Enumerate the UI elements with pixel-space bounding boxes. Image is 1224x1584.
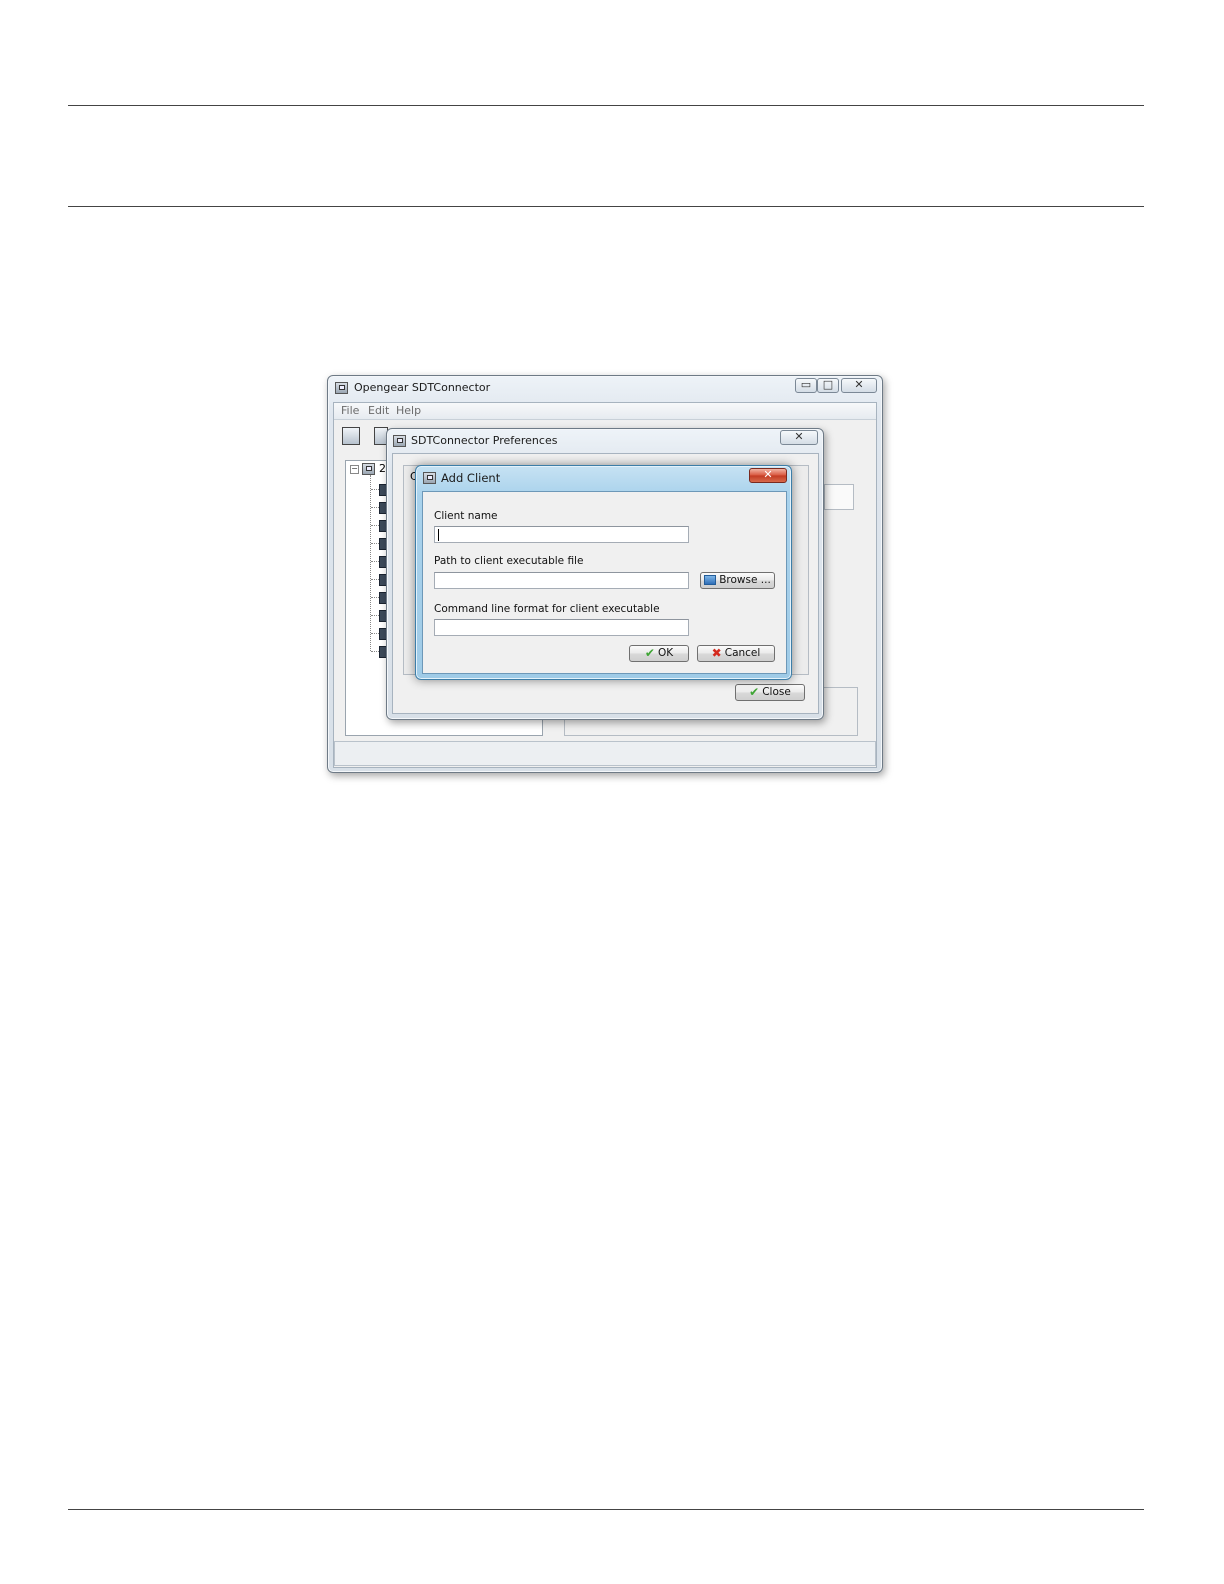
tree-branch (371, 543, 379, 544)
tree-branch (371, 615, 379, 616)
ok-button[interactable]: ✔ OK (629, 645, 689, 662)
add-client-dialog: Add Client ✕ Client name Path to client … (415, 465, 792, 680)
cmdline-label: Command line format for client executabl… (434, 603, 660, 615)
path-input[interactable] (434, 572, 689, 589)
browse-label: Browse ... (719, 574, 771, 586)
check-icon: ✔ (644, 646, 655, 660)
tree-root-label[interactable]: 2 (379, 462, 386, 475)
menu-edit[interactable]: Edit (368, 404, 389, 417)
tree-branch (371, 489, 379, 490)
tree-branch (371, 579, 379, 580)
sdtconnector-app-icon (335, 382, 348, 394)
ok-label: OK (657, 647, 674, 659)
add-client-title: Add Client (441, 471, 501, 485)
header-rule-bottom (68, 206, 1144, 207)
minimize-icon: ▭ (800, 378, 812, 391)
preferences-title: SDTConnector Preferences (411, 434, 558, 447)
browse-button[interactable]: Browse ... (700, 572, 775, 589)
menu-bar: File Edit Help (334, 403, 876, 420)
tree-branch (371, 651, 379, 652)
add-client-app-icon (423, 472, 436, 484)
check-icon: ✔ (749, 685, 760, 699)
preferences-close-x-button[interactable]: ✕ (780, 430, 818, 445)
close-icon: ✕ (794, 430, 804, 443)
path-label: Path to client executable file (434, 555, 584, 567)
cancel-button[interactable]: ✖ Cancel (697, 645, 775, 662)
menu-file[interactable]: File (341, 404, 359, 417)
details-field (824, 484, 854, 510)
gateway-icon (362, 463, 375, 475)
footer-rule (68, 1509, 1144, 1510)
preferences-close-label: Close (762, 686, 791, 698)
client-name-label: Client name (434, 510, 498, 522)
tree-branch (371, 561, 379, 562)
main-close-button[interactable]: ✕ (841, 378, 877, 393)
main-window-title: Opengear SDTConnector (354, 381, 491, 394)
tree-branch (371, 507, 379, 508)
folder-icon (704, 575, 717, 585)
client-name-input[interactable] (434, 526, 689, 543)
cancel-label: Cancel (724, 647, 761, 659)
cmdline-input[interactable] (434, 619, 689, 636)
add-client-form: Client name Path to client executable fi… (422, 491, 787, 674)
close-icon: ✕ (854, 378, 864, 391)
close-icon: ✕ (763, 468, 773, 481)
maximize-button[interactable]: □ (817, 378, 839, 393)
tree-collapse-icon[interactable]: − (350, 465, 359, 474)
tree-connector (370, 475, 371, 651)
add-client-close-button[interactable]: ✕ (749, 468, 787, 483)
header-rule-top (68, 105, 1144, 106)
tree-branch (371, 597, 379, 598)
maximize-icon: □ (822, 378, 834, 391)
tree-branch (371, 525, 379, 526)
menu-help[interactable]: Help (396, 404, 421, 417)
minimize-button[interactable]: ▭ (795, 378, 817, 393)
add-gateway-icon[interactable] (342, 427, 360, 445)
preferences-app-icon (393, 435, 406, 447)
status-bar (334, 741, 876, 766)
preferences-close-button[interactable]: ✔ Close (735, 684, 805, 701)
tree-branch (371, 633, 379, 634)
text-caret (438, 529, 439, 541)
red-x-icon: ✖ (711, 646, 722, 660)
